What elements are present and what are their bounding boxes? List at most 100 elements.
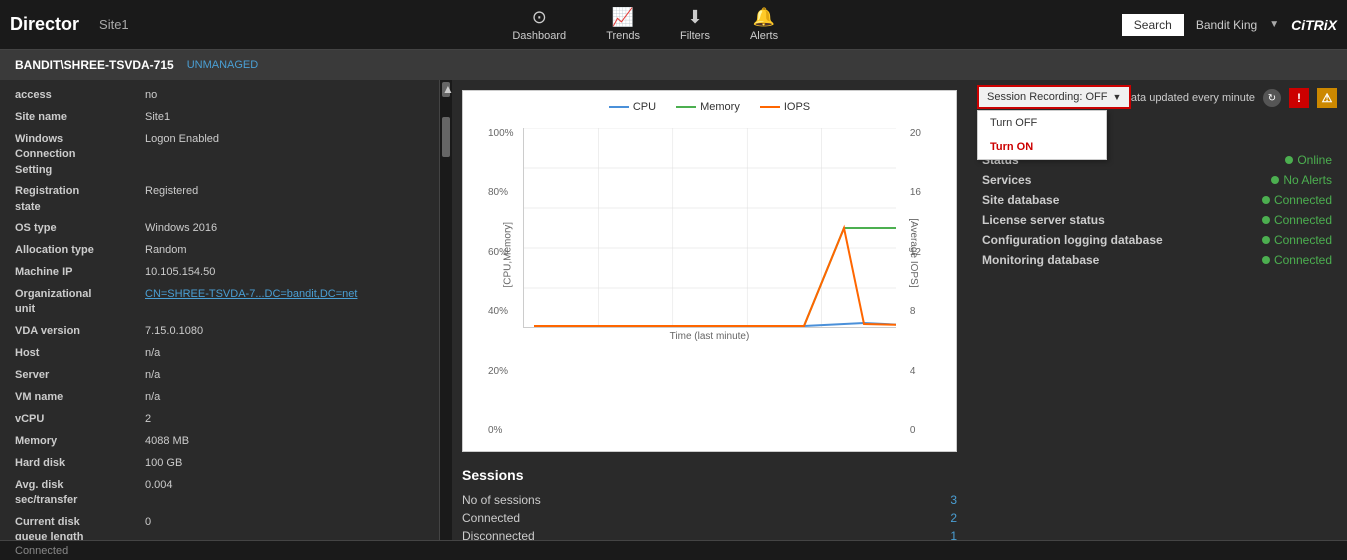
nav-dashboard[interactable]: ⊙ Dashboard — [512, 7, 566, 42]
value-server: n/a — [145, 368, 424, 383]
data-update-bar: Data updated every minute ↻ ! ⚠ — [1123, 88, 1337, 108]
status-dot-services — [1271, 176, 1279, 184]
row-server: Server n/a — [0, 365, 439, 387]
label-site-name: Site name — [15, 110, 145, 125]
breadcrumb-bar: BANDIT\SHREE-TSVDA-715 UNMANAGED — [0, 50, 1347, 80]
iops-legend-dot — [760, 106, 780, 108]
value-windows-connection: Logon Enabled — [145, 132, 424, 147]
machine-name: BANDIT\SHREE-TSVDA-715 — [15, 58, 174, 72]
row-access: access no — [0, 85, 439, 107]
nav-alerts[interactable]: 🔔 Alerts — [750, 7, 778, 42]
citrix-logo: CiTRiX — [1291, 17, 1337, 33]
value-machine-ip: 10.105.154.50 — [145, 265, 424, 280]
refresh-icon[interactable]: ↻ — [1263, 89, 1281, 107]
nav-right: Search Bandit King ▼ CiTRiX — [1122, 14, 1337, 36]
scroll-thumb[interactable] — [442, 117, 450, 157]
legend-iops: IOPS — [760, 101, 810, 113]
alert-red-icon[interactable]: ! — [1289, 88, 1309, 108]
status-dot-online — [1285, 156, 1293, 164]
status-dot-site-db — [1262, 196, 1270, 204]
label-org-unit: Organizationalunit — [15, 287, 145, 318]
scroll-up-arrow[interactable]: ▲ — [442, 82, 450, 97]
scrollbar[interactable]: ▲ ▼ — [440, 80, 452, 560]
status-dot-monitoring — [1262, 256, 1270, 264]
alerts-icon: 🔔 — [753, 7, 775, 28]
status-value-config-log: Connected — [1262, 233, 1332, 247]
dropdown-turn-on[interactable]: Turn ON — [978, 135, 1106, 159]
status-row-site-db: Site database Connected — [982, 190, 1332, 210]
row-allocation: Allocation type Random — [0, 240, 439, 262]
nav-trends[interactable]: 📈 Trends — [606, 7, 640, 42]
session-total-value: 3 — [950, 493, 957, 507]
status-value-services: No Alerts — [1271, 173, 1332, 187]
legend-cpu: CPU — [609, 101, 656, 113]
label-host: Host — [15, 346, 145, 361]
row-machine-ip: Machine IP 10.105.154.50 — [0, 262, 439, 284]
status-label-site-db: Site database — [982, 193, 1059, 207]
cpu-legend-dot — [609, 106, 629, 108]
status-label-config-log: Configuration logging database — [982, 233, 1163, 247]
dashboard-icon: ⊙ — [532, 7, 547, 28]
label-avg-disk: Avg. disksec/transfer — [15, 478, 145, 509]
status-text-services: No Alerts — [1283, 173, 1332, 187]
label-vcpu: vCPU — [15, 412, 145, 427]
label-machine-ip: Machine IP — [15, 265, 145, 280]
session-recording-dropdown: Turn OFF Turn ON — [977, 110, 1107, 160]
status-text-site-db: Connected — [1274, 193, 1332, 207]
status-value-license: Connected — [1262, 213, 1332, 227]
chart-svg — [523, 128, 896, 328]
trends-icon: 📈 — [612, 7, 634, 28]
status-table: Status Online Services No Alerts Site da… — [982, 150, 1332, 270]
session-total-label: No of sessions — [462, 493, 541, 507]
status-text-monitoring: Connected — [1274, 253, 1332, 267]
nav-filters[interactable]: ⬇ Filters — [680, 7, 710, 42]
value-vcpu: 2 — [145, 412, 424, 427]
value-site-name: Site1 — [145, 110, 424, 125]
session-row-total: No of sessions 3 — [462, 491, 957, 509]
row-vda-version: VDA version 7.15.0.1080 — [0, 321, 439, 343]
value-vda-version: 7.15.0.1080 — [145, 324, 424, 339]
chart-legend: CPU Memory IOPS — [473, 101, 946, 113]
middle-panel: CPU Memory IOPS 100%80%60%40%20%0% — [452, 80, 967, 560]
memory-legend-label: Memory — [700, 101, 740, 113]
row-vcpu: vCPU 2 — [0, 409, 439, 431]
row-vm-name: VM name n/a — [0, 387, 439, 409]
nav-filters-label: Filters — [680, 30, 710, 42]
sessions-panel: Sessions No of sessions 3 Connected 2 Di… — [462, 462, 957, 550]
status-label-license: License server status — [982, 213, 1105, 227]
status-value-site-db: Connected — [1262, 193, 1332, 207]
right-panel: Session Recording: OFF ▼ Turn OFF Turn O… — [967, 80, 1347, 560]
status-row-services: Services No Alerts — [982, 170, 1332, 190]
label-allocation: Allocation type — [15, 243, 145, 258]
site-label: Site1 — [99, 17, 129, 32]
alert-yellow-icon[interactable]: ⚠ — [1317, 88, 1337, 108]
user-name[interactable]: Bandit King — [1196, 18, 1257, 32]
value-org-unit[interactable]: CN=SHREE-TSVDA-7...DC=bandit,DC=net — [145, 287, 424, 302]
status-bar: Connected — [0, 540, 1347, 560]
nav-alerts-label: Alerts — [750, 30, 778, 42]
chart-x-label: Time (last minute) — [523, 331, 896, 342]
status-label-monitoring: Monitoring database — [982, 253, 1099, 267]
value-memory: 4088 MB — [145, 434, 424, 449]
value-vm-name: n/a — [145, 390, 424, 405]
iops-legend-label: IOPS — [784, 101, 810, 113]
memory-legend-dot — [676, 106, 696, 108]
y-left-label: [CPU,Memory] — [502, 222, 513, 288]
status-row-monitoring: Monitoring database Connected — [982, 250, 1332, 270]
director-logo: Director — [10, 14, 79, 35]
session-recording-button[interactable]: Session Recording: OFF ▼ — [977, 85, 1131, 109]
value-host: n/a — [145, 346, 424, 361]
value-access: no — [145, 88, 424, 103]
label-registration: Registrationstate — [15, 184, 145, 215]
session-connected-value: 2 — [950, 511, 957, 525]
user-dropdown-arrow[interactable]: ▼ — [1269, 19, 1279, 30]
data-update-text: Data updated every minute — [1123, 92, 1255, 104]
dropdown-turn-off[interactable]: Turn OFF — [978, 111, 1106, 135]
status-label-services: Services — [982, 173, 1031, 187]
search-button[interactable]: Search — [1122, 14, 1184, 36]
label-os-type: OS type — [15, 221, 145, 236]
label-hard-disk: Hard disk — [15, 456, 145, 471]
status-text-config-log: Connected — [1274, 233, 1332, 247]
label-windows-connection: WindowsConnectionSetting — [15, 132, 145, 178]
label-memory: Memory — [15, 434, 145, 449]
